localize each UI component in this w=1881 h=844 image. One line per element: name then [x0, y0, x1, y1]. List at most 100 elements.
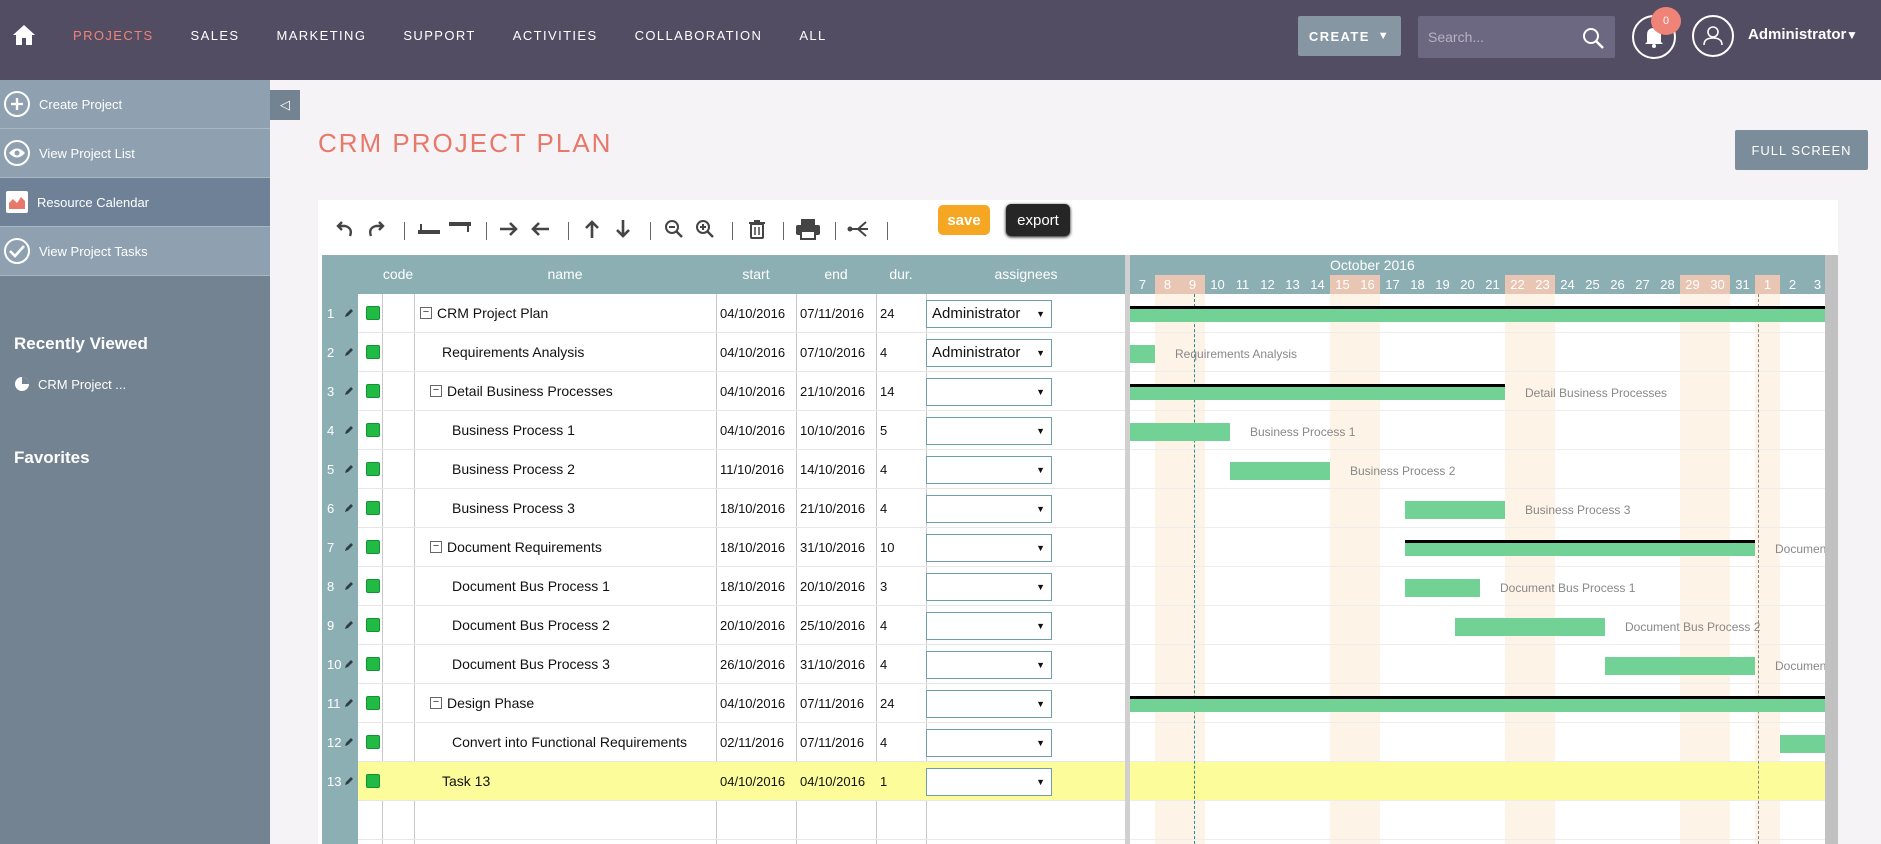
table-row[interactable]: 10 Document Bus Process 3 26/10/2016 31/10/… [322, 645, 1126, 684]
assignee-select[interactable]: ▼ [926, 651, 1052, 679]
task-end[interactable]: 14/10/2016 [800, 450, 876, 489]
table-row[interactable]: 13 Task 13 04/10/2016 04/10/2016 1 ▼ [322, 762, 1126, 801]
export-button[interactable]: export [1006, 204, 1070, 236]
collapse-sidebar-button[interactable]: ◁ [270, 90, 300, 120]
task-name[interactable]: Document Bus Process 2 [452, 606, 712, 645]
task-end[interactable]: 07/11/2016 [800, 294, 876, 333]
task-start[interactable]: 11/10/2016 [720, 450, 796, 489]
column-header-start[interactable]: start [716, 255, 796, 294]
edit-pencil-icon[interactable] [344, 737, 354, 747]
task-name[interactable]: Convert into Functional Requirements [452, 723, 712, 762]
assignee-select[interactable]: ▼ [926, 378, 1052, 406]
user-name[interactable]: Administrator [1748, 26, 1846, 43]
edit-pencil-icon[interactable] [344, 542, 354, 552]
table-row[interactable]: 11− Design Phase 04/10/2016 07/11/2016 24 ▼ [322, 684, 1126, 723]
summary-task-bar[interactable] [1130, 306, 1825, 322]
edit-pencil-icon[interactable] [344, 386, 354, 396]
assignee-select[interactable]: ▼ [926, 417, 1052, 445]
edit-pencil-icon[interactable] [344, 425, 354, 435]
task-dur[interactable]: 24 [880, 294, 924, 333]
task-name[interactable]: CRM Project Plan [437, 294, 712, 333]
task-bar[interactable] [1405, 501, 1505, 519]
print-icon[interactable] [795, 218, 821, 240]
task-end[interactable]: 31/10/2016 [800, 528, 876, 567]
task-dur[interactable]: 4 [880, 333, 924, 372]
column-header-assignees[interactable]: assignees [926, 255, 1126, 294]
task-bar[interactable] [1605, 657, 1755, 675]
assignee-select[interactable]: ▼ [926, 534, 1052, 562]
task-dur[interactable]: 1 [880, 762, 924, 801]
redo-icon[interactable] [365, 218, 387, 240]
vertical-scrollbar[interactable] [1825, 255, 1838, 844]
avatar[interactable] [1692, 15, 1734, 57]
insert-row-below-icon[interactable] [447, 218, 473, 240]
task-start[interactable]: 04/10/2016 [720, 294, 796, 333]
edit-pencil-icon[interactable] [344, 581, 354, 591]
table-row[interactable]: 6 Business Process 3 18/10/2016 21/10/2016 4… [322, 489, 1126, 528]
undo-icon[interactable] [334, 218, 356, 240]
task-bar[interactable] [1405, 579, 1480, 597]
task-dur[interactable]: 10 [880, 528, 924, 567]
nav-all[interactable]: ALL [799, 28, 826, 43]
table-row[interactable]: 7− Document Requirements 18/10/2016 31/10/2… [322, 528, 1126, 567]
collapse-toggle-icon[interactable]: − [420, 307, 432, 319]
task-end[interactable]: 21/10/2016 [800, 372, 876, 411]
task-name[interactable]: Design Phase [447, 684, 712, 723]
task-end[interactable]: 07/11/2016 [800, 684, 876, 723]
task-dur[interactable]: 14 [880, 372, 924, 411]
column-header-end[interactable]: end [796, 255, 876, 294]
table-row[interactable]: 5 Business Process 2 11/10/2016 14/10/2016 4… [322, 450, 1126, 489]
task-start[interactable]: 04/10/2016 [720, 411, 796, 450]
task-end[interactable]: 07/11/2016 [800, 723, 876, 762]
edit-pencil-icon[interactable] [344, 464, 354, 474]
home-icon[interactable] [12, 24, 36, 46]
task-dur[interactable]: 4 [880, 489, 924, 528]
task-start[interactable]: 18/10/2016 [720, 528, 796, 567]
task-dur[interactable]: 4 [880, 645, 924, 684]
insert-row-above-icon[interactable] [416, 218, 442, 240]
summary-task-bar[interactable] [1405, 540, 1755, 556]
collapse-toggle-icon[interactable]: − [430, 541, 442, 553]
task-start[interactable]: 04/10/2016 [720, 372, 796, 411]
move-up-icon[interactable] [581, 218, 603, 240]
task-end[interactable]: 20/10/2016 [800, 567, 876, 606]
column-header-code[interactable]: code [382, 255, 414, 294]
task-name[interactable]: Requirements Analysis [442, 333, 712, 372]
assignee-select[interactable]: ▼ [926, 456, 1052, 484]
task-bar[interactable] [1130, 345, 1155, 363]
task-name[interactable]: Document Requirements [447, 528, 712, 567]
task-end[interactable]: 21/10/2016 [800, 489, 876, 528]
task-bar[interactable] [1780, 735, 1825, 753]
task-name[interactable]: Detail Business Processes [447, 372, 712, 411]
table-row[interactable]: 12 Convert into Functional Requirements 02… [322, 723, 1126, 762]
nav-sales[interactable]: SALES [191, 28, 240, 43]
task-start[interactable]: 18/10/2016 [720, 567, 796, 606]
task-name[interactable]: Document Bus Process 1 [452, 567, 712, 606]
outdent-icon[interactable] [529, 218, 551, 240]
nav-support[interactable]: SUPPORT [403, 28, 475, 43]
task-status-indicator[interactable] [366, 423, 380, 437]
edit-pencil-icon[interactable] [344, 620, 354, 630]
zoom-out-icon[interactable] [663, 218, 685, 240]
task-start[interactable]: 18/10/2016 [720, 489, 796, 528]
move-down-icon[interactable] [612, 218, 634, 240]
task-dur[interactable]: 4 [880, 606, 924, 645]
task-end[interactable]: 04/10/2016 [800, 762, 876, 801]
create-button[interactable]: CREATE ▼ [1298, 16, 1401, 56]
task-status-indicator[interactable] [366, 462, 380, 476]
edit-pencil-icon[interactable] [344, 776, 354, 786]
task-start[interactable]: 04/10/2016 [720, 684, 796, 723]
task-name[interactable]: Task 13 [442, 762, 712, 801]
task-status-indicator[interactable] [366, 618, 380, 632]
task-status-indicator[interactable] [366, 657, 380, 671]
nav-marketing[interactable]: MARKETING [276, 28, 366, 43]
assignee-select[interactable]: ▼ [926, 612, 1052, 640]
save-button[interactable]: save [938, 205, 990, 235]
sidebar-item-create-project[interactable]: Create Project [0, 80, 270, 129]
column-header-name[interactable]: name [414, 255, 716, 294]
task-status-indicator[interactable] [366, 306, 380, 320]
edit-pencil-icon[interactable] [344, 308, 354, 318]
assignee-select[interactable]: ▼ [926, 495, 1052, 523]
table-row[interactable]: 3− Detail Business Processes 04/10/2016 21/… [322, 372, 1126, 411]
task-bar[interactable] [1230, 462, 1330, 480]
